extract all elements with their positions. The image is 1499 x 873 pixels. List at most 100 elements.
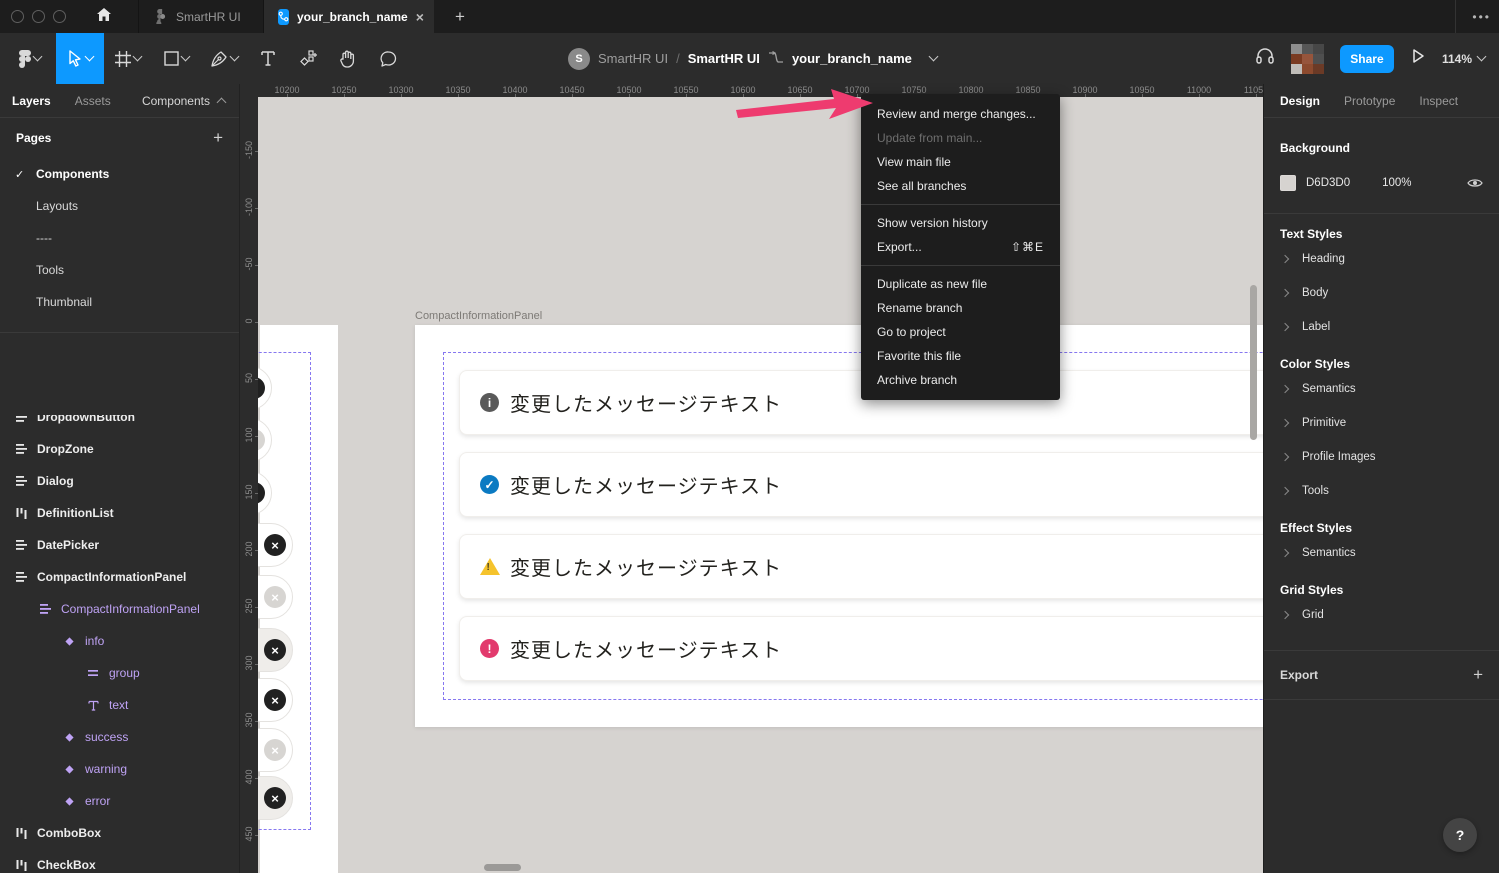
- menu-item-view-main-file[interactable]: View main file: [861, 150, 1060, 174]
- chevron-right-icon[interactable]: [1281, 323, 1289, 331]
- chevron-right-icon[interactable]: [1281, 385, 1289, 393]
- style-item-primitive[interactable]: Primitive: [1264, 406, 1499, 440]
- background-opacity[interactable]: 100%: [1382, 177, 1411, 189]
- chevron-down-icon: [180, 52, 190, 62]
- page-item-layouts[interactable]: Layouts: [0, 190, 239, 222]
- tab-assets[interactable]: Assets: [63, 94, 123, 108]
- window-controls[interactable]: [11, 10, 66, 23]
- breadcrumb-file[interactable]: SmartHR UI: [688, 51, 760, 66]
- breadcrumb-branch[interactable]: your_branch_name: [792, 51, 912, 66]
- vertical-scrollbar[interactable]: [1250, 285, 1257, 440]
- layer-item-warning[interactable]: warning: [0, 753, 239, 785]
- color-swatch[interactable]: [1280, 175, 1296, 191]
- move-tool[interactable]: [56, 33, 104, 84]
- chevron-right-icon[interactable]: [1281, 255, 1289, 263]
- menu-item-rename-branch[interactable]: Rename branch: [861, 296, 1060, 320]
- layer-item-error[interactable]: error: [0, 785, 239, 817]
- section-title-color-styles: Color Styles: [1264, 356, 1499, 372]
- add-export-button[interactable]: +: [1473, 665, 1483, 685]
- style-item-grid[interactable]: Grid: [1264, 598, 1499, 632]
- layer-item-success[interactable]: success: [0, 721, 239, 753]
- variant-columns-icon: [14, 827, 28, 840]
- background-hex[interactable]: D6D3D0: [1306, 177, 1350, 189]
- layer-item-dialog[interactable]: Dialog: [0, 465, 239, 497]
- layer-item-info[interactable]: info: [0, 625, 239, 657]
- tab-prototype[interactable]: Prototype: [1344, 94, 1395, 108]
- tab-overflow-button[interactable]: •••: [1455, 0, 1491, 33]
- chevron-right-icon[interactable]: [1281, 453, 1289, 461]
- page-item-thumbnail[interactable]: Thumbnail: [0, 286, 239, 318]
- style-item-label[interactable]: Label: [1264, 310, 1499, 344]
- chevron-down-icon[interactable]: [928, 52, 938, 62]
- menu-item-duplicate-as-new-file[interactable]: Duplicate as new file: [861, 272, 1060, 296]
- chevron-right-icon[interactable]: [1281, 549, 1289, 557]
- present-play-icon[interactable]: [1410, 48, 1426, 69]
- layer-item-combobox[interactable]: ComboBox: [0, 817, 239, 849]
- resources-tool[interactable]: [288, 33, 328, 84]
- chevron-right-icon[interactable]: [1281, 611, 1289, 619]
- page-item-tools[interactable]: Tools: [0, 254, 239, 286]
- breadcrumb-project[interactable]: SmartHR UI: [598, 51, 668, 66]
- frame-tool[interactable]: [104, 33, 152, 84]
- tab-design[interactable]: Design: [1280, 94, 1320, 108]
- ruler-label: -50: [244, 252, 254, 276]
- home-button[interactable]: [90, 0, 118, 33]
- chevron-right-icon[interactable]: [1281, 419, 1289, 427]
- page-item-components[interactable]: ✓Components: [0, 158, 239, 190]
- main-menu[interactable]: [6, 33, 54, 84]
- window-close-button[interactable]: [11, 10, 24, 23]
- frame-title[interactable]: CompactInformationPanel: [415, 310, 542, 322]
- tab-smarthr-ui[interactable]: SmartHR UI: [138, 0, 264, 33]
- layer-item-checkbox[interactable]: CheckBox: [0, 849, 239, 873]
- style-item-tools[interactable]: Tools: [1264, 474, 1499, 508]
- style-item-profile-images[interactable]: Profile Images: [1264, 440, 1499, 474]
- audio-headphones-icon[interactable]: [1255, 46, 1275, 71]
- window-zoom-button[interactable]: [53, 10, 66, 23]
- layer-item-dropzone[interactable]: DropZone: [0, 433, 239, 465]
- menu-item-archive-branch[interactable]: Archive branch: [861, 368, 1060, 392]
- menu-item-see-all-branches[interactable]: See all branches: [861, 174, 1060, 198]
- component-diamond-icon: [62, 764, 76, 775]
- share-button[interactable]: Share: [1340, 45, 1394, 73]
- layer-item-group[interactable]: group: [0, 657, 239, 689]
- menu-item-show-version-history[interactable]: Show version history: [861, 211, 1060, 235]
- layer-item-compactinformationpanel[interactable]: CompactInformationPanel: [0, 561, 239, 593]
- shape-tool[interactable]: [152, 33, 200, 84]
- layer-item-datepicker[interactable]: DatePicker: [0, 529, 239, 561]
- menu-item-favorite-this-file[interactable]: Favorite this file: [861, 344, 1060, 368]
- chevron-right-icon[interactable]: [1281, 487, 1289, 495]
- canvas[interactable]: ××××××××× CompactInformationPanel i変更したメ…: [240, 84, 1263, 873]
- eye-icon[interactable]: [1467, 177, 1483, 189]
- page-item--[interactable]: ----: [0, 222, 239, 254]
- new-tab-button[interactable]: +: [450, 7, 470, 27]
- page-selector[interactable]: Components: [142, 94, 225, 108]
- pen-tool[interactable]: [200, 33, 248, 84]
- layer-item-text[interactable]: text: [0, 689, 239, 721]
- background-color-row[interactable]: D6D3D0 100%: [1280, 172, 1483, 194]
- menu-item-review-and-merge-changes[interactable]: Review and merge changes...: [861, 102, 1060, 126]
- window-minimize-button[interactable]: [32, 10, 45, 23]
- comment-tool[interactable]: [368, 33, 408, 84]
- chevron-right-icon[interactable]: [1281, 289, 1289, 297]
- close-tab-icon[interactable]: ×: [416, 9, 424, 25]
- style-item-semantics[interactable]: Semantics: [1264, 536, 1499, 570]
- menu-item-export[interactable]: Export...⇧⌘E: [861, 235, 1060, 259]
- layer-item-dropdownbutton[interactable]: DropdownButton: [0, 415, 239, 433]
- add-page-button[interactable]: +: [213, 128, 223, 148]
- layer-item-definitionlist[interactable]: DefinitionList: [0, 497, 239, 529]
- hand-tool[interactable]: [328, 33, 368, 84]
- tab-inspect[interactable]: Inspect: [1419, 94, 1458, 108]
- tab-layers[interactable]: Layers: [0, 94, 63, 108]
- text-tool[interactable]: [248, 33, 288, 84]
- horizontal-scrollbar[interactable]: [484, 864, 521, 871]
- help-button[interactable]: ?: [1443, 818, 1477, 852]
- zoom-control[interactable]: 114%: [1442, 52, 1485, 66]
- layer-item-compactinformationpanel[interactable]: CompactInformationPanel: [0, 593, 239, 625]
- style-item-semantics[interactable]: Semantics: [1264, 372, 1499, 406]
- menu-item-go-to-project[interactable]: Go to project: [861, 320, 1060, 344]
- tab-your-branch-name[interactable]: your_branch_name ×: [264, 0, 434, 33]
- style-item-heading[interactable]: Heading: [1264, 242, 1499, 276]
- style-item-body[interactable]: Body: [1264, 276, 1499, 310]
- user-avatar[interactable]: [1291, 44, 1324, 74]
- ruler-tick: [255, 607, 258, 608]
